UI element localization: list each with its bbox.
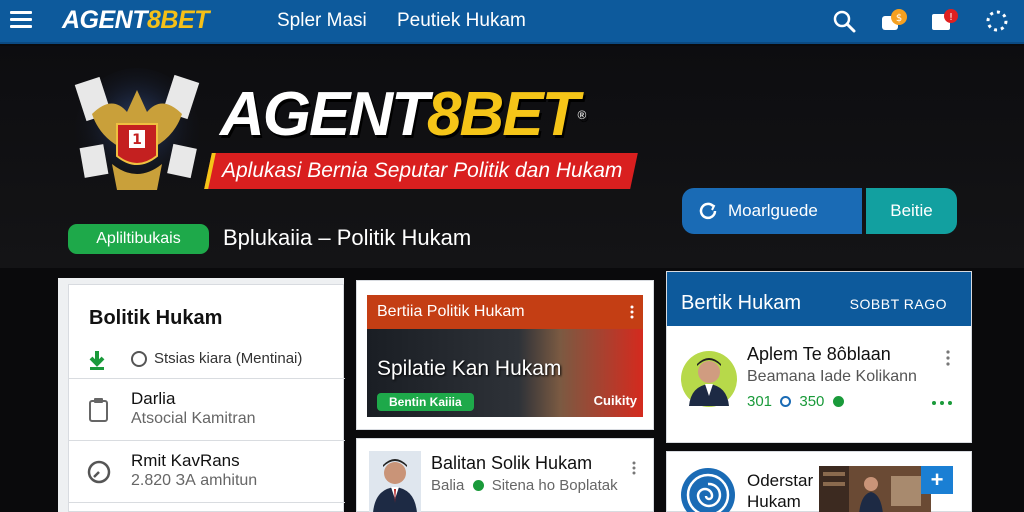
list-item-title: Darlia [131,389,176,408]
news-banner-title: Bertiia Politik Hukam [377,303,525,320]
list-item[interactable]: Rmit KavRans 2.820 ЗА amhitun [69,441,345,503]
chat-badge-icon[interactable]: $ [880,8,908,34]
garuda-emblem-icon: 1 [74,68,200,192]
notification-icon[interactable]: ! [930,8,958,34]
left-panel-inner: Bolitik Hukam Stsias kiara (Mentinai) Da… [68,284,345,512]
stat-b: 350 [799,393,825,410]
more-options-icon[interactable] [945,350,951,366]
gauge-icon [87,460,111,484]
news-headline: Spilatie Kan Hukam [377,357,562,380]
status-dot-icon [832,396,844,407]
more-horizontal-icon[interactable] [931,400,953,406]
news-card[interactable]: Bertiia Politik Hukam Spilatie Kan Hukam… [356,280,654,430]
menu-icon[interactable] [10,11,32,29]
brand-accent: 8BET [147,6,209,34]
brand-main: AGENT [62,6,148,34]
profile-subtitle: Beamana Iade Kolikann [747,368,917,385]
feature-title: Oderstar Hukam [747,471,814,511]
nav-link-2[interactable]: Peutiek Hukam [397,10,526,32]
refresh-icon [699,202,717,220]
more-options-icon[interactable] [631,461,637,475]
app-button[interactable]: Apliltibukais [68,224,209,254]
article-title: Balitan Solik Hukam [431,453,593,473]
svg-text:!: ! [949,12,953,23]
top-bar: AGENT8BET Spler Masi Peutiek Hukam $ ! [0,0,1024,44]
hero-tagline: Aplukasi Bernia Seputar Politik dan Huka… [204,153,639,189]
profile-stats: 301 350 [747,393,848,410]
more-options-icon[interactable] [629,305,635,319]
refresh-button[interactable]: Moarlguede [682,188,862,234]
clock-icon [131,351,147,367]
avatar [369,451,421,512]
profile-name[interactable]: Aplem Te 8ôblaan [747,344,891,365]
left-panel: Bolitik Hukam Stsias kiara (Mentinai) Da… [58,278,345,512]
registered-mark: ® [577,108,586,122]
add-button[interactable]: + [921,466,953,494]
feature-card[interactable]: Oderstar Hukam + [666,451,972,512]
list-item-subtitle: 2.820 ЗА amhitun [131,472,258,489]
right-panel: Bertik Hukam SOBBT RAGO Aplem Te 8ôblaan… [666,271,972,443]
hero-tagline-text: Aplukasi Bernia Seputar Politik dan Huka… [222,159,623,182]
refresh-button-label: Moarlguede [728,201,818,220]
news-button[interactable]: Beitie [866,188,957,234]
left-panel-title: Bolitik Hukam [89,307,223,329]
status-row[interactable]: Stsias kiara (Mentinai) [69,339,345,379]
hero-brand-accent: 8BET [427,80,579,149]
article-card[interactable]: Balitan Solik Hukam Balia Sitena ho Bopl… [356,438,654,512]
svg-text:$: $ [896,13,902,24]
spiral-icon [681,468,735,512]
status-text: Stsias kiara (Mentinai) [154,350,303,367]
svg-text:1: 1 [132,132,142,148]
right-panel-header-label[interactable]: SOBBT RAGO [850,296,947,312]
article-subtitle-b: Sitena ho Boplatak [491,477,618,494]
article-subtitle: Balia Sitena ho Boplatak [431,477,618,494]
article-subtitle-a: Balia [431,477,465,494]
stat-a: 301 [747,393,773,410]
search-icon[interactable] [831,8,859,34]
news-badge[interactable]: Bentin Kaiiia [377,393,474,411]
avatar [681,351,737,407]
news-banner[interactable]: Bertiia Politik Hukam Spilatie Kan Hukam… [367,295,643,417]
download-icon [89,351,105,370]
brand-logo[interactable]: AGENT8BET [62,6,209,35]
right-panel-title: Bertik Hukam [681,292,802,314]
list-item-subtitle: Atsocial Kamitran [131,410,256,427]
loading-icon[interactable] [984,8,1012,34]
news-source-logo: Cuikity [593,393,637,408]
list-item[interactable]: Darlia Atsocial Kamitran [69,379,345,441]
document-icon [89,398,108,422]
nav-link-1[interactable]: Spler Masi [277,10,367,32]
news-banner-header: Bertiia Politik Hukam [367,295,643,329]
stat-dot-icon [780,396,792,407]
hero-subtitle: Bplukaiia – Politik Hukam [223,225,472,250]
hero-brand: AGENT8BET® [220,80,586,150]
status-dot-icon [472,480,484,491]
list-item-title: Rmit KavRans [131,451,240,470]
feature-image [819,466,931,512]
right-panel-header: Bertik Hukam SOBBT RAGO [667,272,971,326]
hero-brand-main: AGENT [220,80,429,149]
